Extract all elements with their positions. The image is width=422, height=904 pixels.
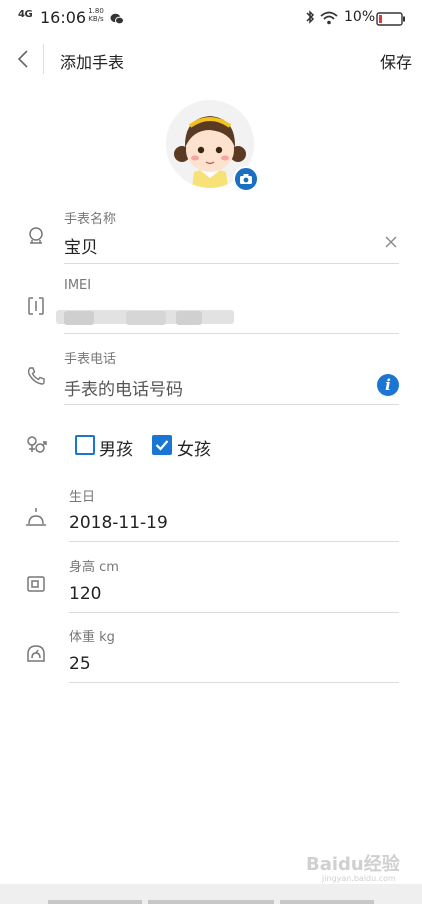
network-speed: 1.80 KB/s: [86, 7, 106, 23]
imei-field-underline: [64, 333, 399, 334]
battery-percent: 10%: [344, 9, 376, 25]
height-field-underline: [69, 612, 399, 613]
nav-indicator[interactable]: [48, 900, 142, 904]
info-icon[interactable]: i: [377, 374, 399, 396]
imei-icon: [24, 294, 48, 318]
redaction-blur: [176, 311, 202, 325]
height-ruler-icon: [24, 572, 48, 596]
wifi-icon: [320, 10, 338, 29]
baidu-watermark-logo: Baidu经验: [306, 854, 400, 875]
save-button[interactable]: 保存: [380, 49, 412, 73]
header-divider: [43, 44, 44, 74]
bluetooth-icon: [305, 9, 315, 29]
baidu-watermark-url: jingyan.baidu.com: [322, 874, 396, 883]
battery-icon: [376, 11, 406, 30]
name-field-underline: [64, 263, 399, 264]
page-title: 添加手表: [60, 53, 125, 72]
wechat-icon: [110, 10, 124, 29]
imei-field-label: IMEI: [64, 278, 92, 293]
nav-indicator[interactable]: [148, 900, 274, 904]
birthday-field-label: 生日: [69, 490, 96, 505]
girl-label: 女孩: [177, 440, 211, 460]
phone-icon: [24, 364, 48, 388]
watch-face-icon: [24, 224, 48, 248]
phone-field-label: 手表电话: [64, 352, 117, 367]
weight-field-label: 体重 kg: [69, 630, 115, 645]
clear-icon[interactable]: [383, 234, 399, 250]
boy-label: 男孩: [99, 440, 133, 460]
checkmark-icon: [155, 440, 169, 451]
redaction-blur: [64, 311, 94, 325]
birthday-field[interactable]: 2018-11-19: [69, 513, 168, 533]
name-field[interactable]: 宝贝: [64, 233, 98, 258]
height-field-label: 身高 cm: [69, 560, 119, 575]
back-button[interactable]: [10, 46, 36, 72]
network-indicator: 4G: [18, 9, 33, 20]
nav-indicator[interactable]: [280, 900, 374, 904]
network-speed-unit: KB/s: [88, 15, 104, 23]
girl-checkbox[interactable]: [152, 435, 172, 455]
birthday-field-underline: [69, 541, 399, 542]
chevron-left-icon: [17, 50, 28, 68]
phone-field-underline: [64, 404, 399, 405]
status-bar: 4G 16:06 1.80 KB/s 10%: [0, 0, 422, 34]
top-app-bar: 添加手表 保存: [0, 38, 422, 80]
height-field[interactable]: 120: [69, 584, 101, 604]
redaction-blur: [126, 311, 166, 325]
phone-field[interactable]: 手表的电话号码: [64, 375, 183, 400]
gender-icon: [24, 433, 48, 457]
boy-checkbox[interactable]: [75, 435, 95, 455]
network-speed-value: 1.80: [88, 7, 104, 15]
weight-scale-icon: [24, 642, 48, 666]
avatar-picker[interactable]: [166, 100, 260, 194]
name-field-label: 手表名称: [64, 212, 117, 227]
weight-field[interactable]: 25: [69, 654, 91, 674]
weight-field-underline: [69, 682, 399, 683]
status-time: 16:06: [40, 8, 87, 27]
camera-icon: [240, 174, 252, 184]
birthday-cake-icon: [24, 505, 48, 529]
change-photo-button[interactable]: [233, 166, 259, 192]
